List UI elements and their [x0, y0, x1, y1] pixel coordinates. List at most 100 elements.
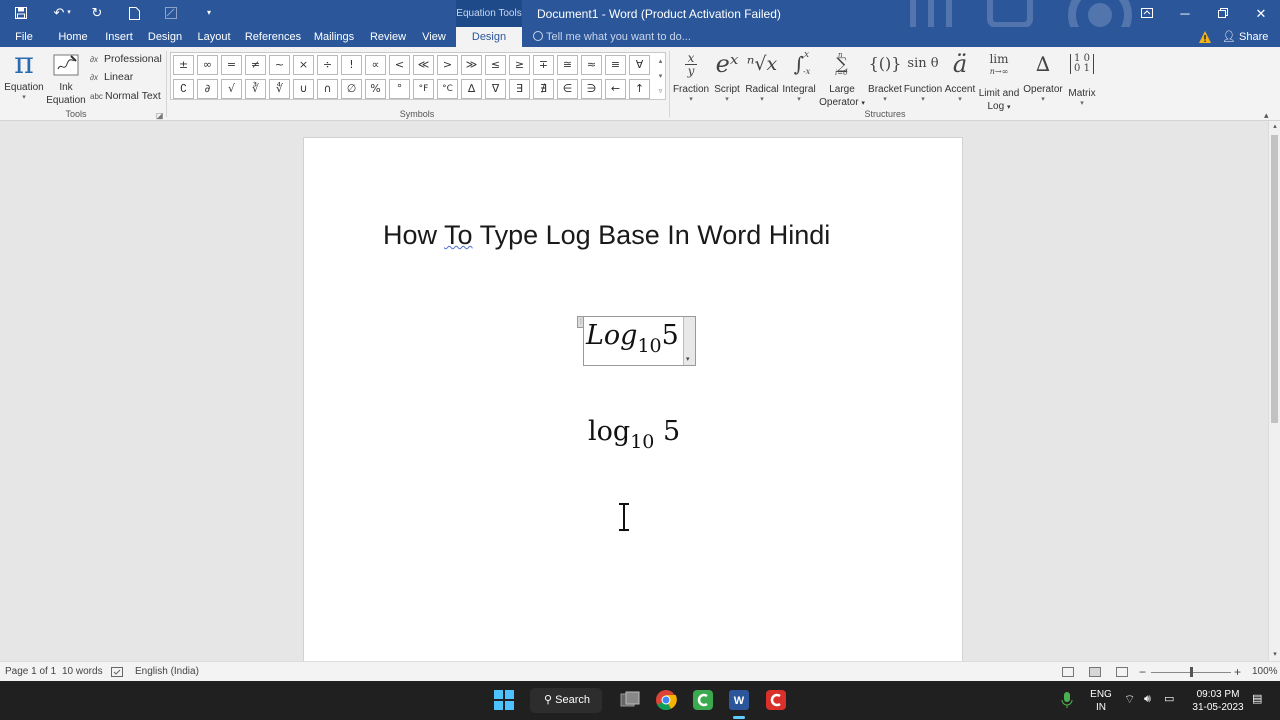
matrix-button[interactable]: 1 00 1 Matrix ▾ [1064, 49, 1100, 108]
radical-button[interactable]: ⁿ√x Radical ▾ [743, 49, 781, 103]
read-mode-icon[interactable] [1062, 667, 1074, 677]
scroll-down-icon[interactable]: ▾ [1270, 649, 1280, 661]
symbol-button[interactable]: ≠ [245, 55, 266, 75]
restore-icon[interactable] [1204, 0, 1242, 27]
symbol-button[interactable]: ~ [269, 55, 290, 75]
symbol-button[interactable]: ∋ [581, 79, 602, 99]
equation-button[interactable]: π Equation ▾ [2, 49, 46, 102]
wifi-icon[interactable]: ⌔ [1124, 693, 1135, 706]
tab-file[interactable]: File [6, 27, 42, 47]
word-count[interactable]: 10 words [62, 662, 103, 682]
symbol-button[interactable]: ∞ [197, 55, 218, 75]
symbol-button[interactable]: ≪ [413, 55, 434, 75]
symbol-button[interactable]: ∁ [173, 79, 194, 99]
symbol-button[interactable]: ∝ [365, 55, 386, 75]
close-icon[interactable]: ✕ [1242, 0, 1280, 27]
symbol-button[interactable]: = [221, 55, 242, 75]
warning-icon[interactable] [1198, 30, 1212, 44]
chrome-icon[interactable] [655, 689, 677, 711]
symbol-button[interactable]: °F [413, 79, 434, 99]
collapse-ribbon-icon[interactable]: ▴ [1264, 110, 1269, 121]
symbol-button[interactable]: ∅ [341, 79, 362, 99]
equation-log-base-function[interactable]: log10 5 [588, 416, 680, 453]
symbol-button[interactable]: ↑ [629, 79, 650, 99]
linear-option[interactable]: ∂x Linear [90, 68, 133, 86]
camtasia-green-icon[interactable] [692, 689, 714, 711]
symbol-button[interactable]: ∛ [245, 79, 266, 99]
redo-icon[interactable]: ↻ [86, 4, 108, 22]
document-page[interactable]: How To Type Log Base In Word Hindi ⋮ Log… [303, 137, 963, 661]
symbol-button[interactable]: ± [173, 55, 194, 75]
symbol-button[interactable]: ≫ [461, 55, 482, 75]
symbol-button[interactable]: ≅ [557, 55, 578, 75]
symbol-button[interactable]: ∀ [629, 55, 650, 75]
tab-home[interactable]: Home [54, 27, 92, 47]
system-clock[interactable]: 09:03 PM 31-05-2023 [1186, 688, 1250, 714]
vertical-scrollbar[interactable]: ▴ ▾ [1268, 121, 1280, 661]
ink-pen-icon[interactable] [160, 4, 182, 22]
gallery-scroll-up-icon[interactable]: ▴ [655, 54, 666, 69]
print-layout-icon[interactable] [1089, 667, 1101, 677]
bracket-button[interactable]: {()} Bracket ▾ [865, 49, 905, 103]
taskbar-search[interactable]: ⚲ Search [530, 688, 602, 713]
scrollbar-thumb[interactable] [1271, 135, 1278, 423]
input-language-indicator[interactable]: ENG IN [1088, 688, 1114, 714]
symbol-button[interactable]: °C [437, 79, 458, 99]
proofing-icon[interactable] [111, 662, 123, 682]
symbol-button[interactable]: < [389, 55, 410, 75]
gallery-more-icon[interactable]: ▿ [655, 84, 666, 99]
customize-qat-icon[interactable]: ▾ [198, 4, 220, 22]
tab-insert[interactable]: Insert [100, 27, 138, 47]
battery-icon[interactable]: ▭ [1164, 693, 1174, 706]
share-button[interactable]: 👤︎ Share [1222, 27, 1268, 47]
symbol-button[interactable]: ∪ [293, 79, 314, 99]
scroll-up-icon[interactable]: ▴ [1270, 121, 1280, 133]
word-app-icon[interactable]: W [728, 689, 750, 711]
language-indicator[interactable]: English (India) [135, 662, 199, 682]
tab-view[interactable]: View [416, 27, 452, 47]
page-count[interactable]: Page 1 of 1 [5, 662, 56, 682]
symbol-button[interactable]: % [365, 79, 386, 99]
symbol-button[interactable]: ∆ [461, 79, 482, 99]
symbol-button[interactable]: ∜ [269, 79, 290, 99]
symbol-button[interactable]: ÷ [317, 55, 338, 75]
camtasia-red-icon[interactable] [765, 689, 787, 711]
symbol-button[interactable]: > [437, 55, 458, 75]
symbol-button[interactable]: ≡ [605, 55, 626, 75]
undo-dropdown-icon[interactable]: ▾ [64, 4, 74, 22]
fraction-button[interactable]: xy Fraction ▾ [671, 49, 711, 103]
symbol-button[interactable]: ∈ [557, 79, 578, 99]
minimize-icon[interactable]: ─ [1166, 0, 1204, 27]
normal-text-option[interactable]: abc Normal Text [90, 87, 161, 105]
notification-icon[interactable]: ▤ [1252, 693, 1262, 706]
new-document-icon[interactable] [123, 4, 145, 22]
integral-button[interactable]: ∫ x -x Integral ▾ [779, 49, 819, 103]
symbol-button[interactable]: √ [221, 79, 242, 99]
tab-layout[interactable]: Layout [194, 27, 234, 47]
volume-icon[interactable]: 🔊︎ [1144, 693, 1151, 706]
symbol-button[interactable]: ! [341, 55, 362, 75]
professional-option[interactable]: ∂x Professional [90, 50, 162, 68]
windows-start-icon[interactable] [493, 689, 515, 711]
symbol-button[interactable]: ∩ [317, 79, 338, 99]
save-icon[interactable] [10, 4, 32, 22]
web-layout-icon[interactable] [1116, 667, 1128, 677]
task-view-icon[interactable] [619, 689, 641, 711]
operator-button[interactable]: ∆ Operator ▾ [1021, 49, 1065, 103]
tell-me-box[interactable]: Tell me what you want to do... [533, 27, 691, 47]
ink-equation-button[interactable]: Ink Equation [44, 49, 88, 107]
tab-design[interactable]: Design [144, 27, 186, 47]
tab-references[interactable]: References [242, 27, 304, 47]
symbol-button[interactable]: ° [389, 79, 410, 99]
gallery-scroll-down-icon[interactable]: ▾ [655, 69, 666, 84]
symbol-button[interactable]: ← [605, 79, 626, 99]
accent-button[interactable]: ä Accent ▾ [942, 49, 978, 103]
large-operator-button[interactable]: n ∑ i=0 Large Operator ▾ [818, 49, 866, 110]
zoom-slider-thumb[interactable] [1190, 667, 1193, 677]
zoom-level[interactable]: 100% [1252, 662, 1278, 682]
symbol-button[interactable]: ≥ [509, 55, 530, 75]
microphone-icon[interactable] [1059, 689, 1075, 711]
zoom-in-icon[interactable]: + [1234, 662, 1241, 682]
symbol-button[interactable]: ∄ [533, 79, 554, 99]
tab-equation-design[interactable]: Design [456, 27, 522, 47]
